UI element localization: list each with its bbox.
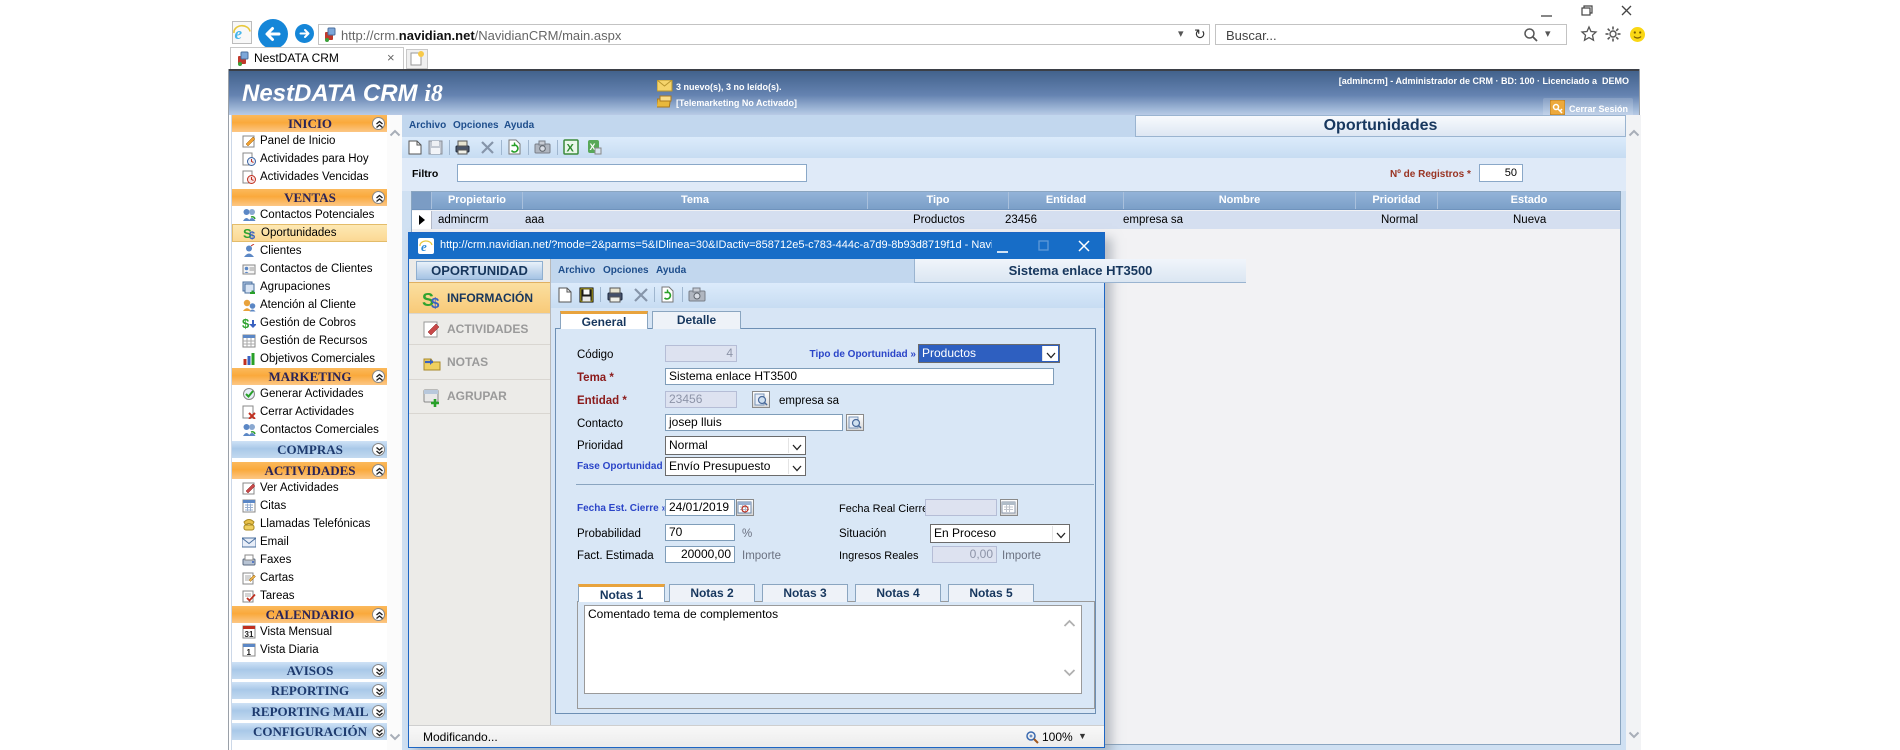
svg-text:1: 1 bbox=[247, 648, 252, 657]
svg-text:$: $ bbox=[249, 230, 255, 240]
svg-text:31: 31 bbox=[245, 630, 254, 639]
svg-text:$: $ bbox=[242, 316, 250, 330]
svg-text:X: X bbox=[567, 143, 575, 155]
svg-text:$: $ bbox=[431, 295, 440, 309]
